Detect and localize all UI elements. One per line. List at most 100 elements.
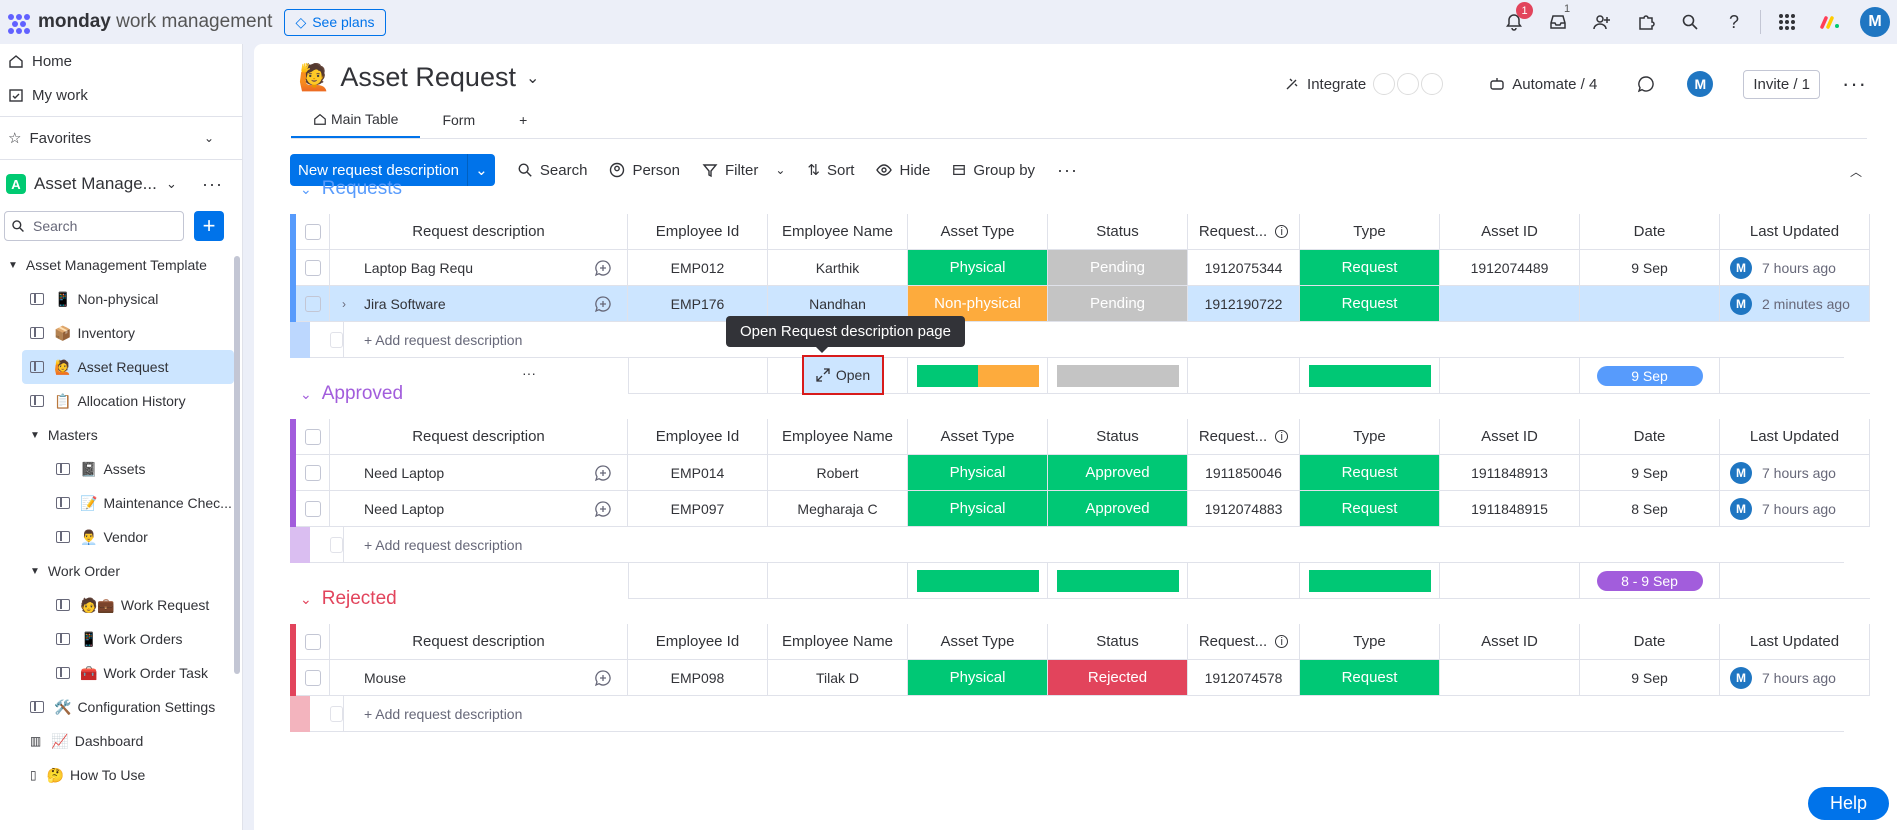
cell-emp[interactable]: EMP012 bbox=[628, 250, 768, 286]
group-title[interactable]: ⌄ Approved bbox=[300, 383, 403, 405]
add-item-button[interactable]: + bbox=[194, 211, 224, 241]
integrate-button[interactable]: Integrate bbox=[1284, 73, 1444, 95]
column-header[interactable]: Last Updated bbox=[1720, 624, 1870, 660]
checkbox[interactable] bbox=[304, 295, 321, 312]
cell-upd[interactable]: M 2 minutes ago bbox=[1720, 286, 1870, 322]
collapse-header-button[interactable]: ︿ bbox=[1845, 160, 1867, 182]
sidebar-item-7[interactable]: 📝 Maintenance Chec... bbox=[0, 486, 242, 520]
cell-date[interactable]: 8 Sep bbox=[1580, 491, 1720, 527]
table-row[interactable]: Laptop Bag Requ EMP012 Karthik Physical Pend… bbox=[290, 250, 1870, 286]
column-header[interactable]: Status bbox=[1048, 419, 1188, 455]
column-header[interactable]: Type bbox=[1300, 624, 1440, 660]
column-header[interactable]: Request description bbox=[330, 419, 628, 455]
type-summary[interactable] bbox=[1300, 563, 1440, 599]
cell-date[interactable]: 9 Sep bbox=[1580, 455, 1720, 491]
group-title[interactable]: ⌄ Rejected bbox=[300, 588, 397, 610]
add-view-button[interactable]: + bbox=[497, 102, 549, 138]
column-header[interactable]: Status bbox=[1048, 624, 1188, 660]
asset-type-summary[interactable] bbox=[908, 563, 1048, 599]
monday-product-icon[interactable] bbox=[1809, 0, 1853, 44]
cell-req[interactable]: 1911850046 bbox=[1188, 455, 1300, 491]
cell-req[interactable]: 1912074578 bbox=[1188, 660, 1300, 696]
start-conversation-icon[interactable] bbox=[593, 463, 613, 483]
sidebar-item-4[interactable]: 📋 Allocation History bbox=[0, 384, 242, 418]
cell-date[interactable]: 9 Sep bbox=[1580, 660, 1720, 696]
chevron-down-icon[interactable]: ⌄ bbox=[466, 154, 495, 186]
cell-ename[interactable]: Megharaja C bbox=[768, 491, 908, 527]
workspace-selector[interactable]: A Asset Manage... ⌄ ··· bbox=[0, 164, 242, 204]
add-item-input[interactable]: + Add request description bbox=[344, 696, 1844, 732]
chevron-down-icon[interactable]: ⌄ bbox=[300, 591, 312, 608]
chevron-down-icon[interactable]: ⌄ bbox=[300, 386, 312, 403]
sidebar-home[interactable]: Home bbox=[0, 44, 242, 78]
board-owner-avatar[interactable]: M bbox=[1687, 71, 1714, 97]
cell-emp[interactable]: EMP098 bbox=[628, 660, 768, 696]
status-summary[interactable] bbox=[1048, 358, 1188, 394]
cell-atype[interactable]: Physical bbox=[908, 250, 1048, 286]
table-row[interactable]: Need Laptop EMP014 Robert Physical Approved 1… bbox=[290, 455, 1870, 491]
cell-atype[interactable]: Physical bbox=[908, 660, 1048, 696]
cell-type[interactable]: Request bbox=[1300, 491, 1440, 527]
avatar[interactable]: M bbox=[1730, 292, 1752, 315]
row-checkbox[interactable] bbox=[296, 250, 330, 286]
add-item-row[interactable]: + Add request description bbox=[290, 322, 1870, 358]
column-header[interactable]: Request description bbox=[330, 624, 628, 660]
start-conversation-icon[interactable] bbox=[593, 258, 613, 278]
product-switcher-button[interactable] bbox=[1765, 0, 1809, 44]
cell-name[interactable]: Mouse bbox=[330, 660, 628, 696]
sidebar-item-9[interactable]: ▼ Work Order bbox=[0, 554, 242, 588]
column-header[interactable]: Date bbox=[1580, 214, 1720, 250]
cell-type[interactable]: Request bbox=[1300, 286, 1440, 322]
toolbar-more-icon[interactable]: ··· bbox=[1057, 160, 1078, 181]
date-summary[interactable]: 8 - 9 Sep bbox=[1580, 563, 1720, 599]
cell-ename[interactable]: Karthik bbox=[768, 250, 908, 286]
cell-date[interactable] bbox=[1580, 286, 1720, 322]
open-item-button[interactable]: Open bbox=[802, 355, 884, 395]
sidebar-item-11[interactable]: 📱 Work Orders bbox=[0, 622, 242, 656]
column-header[interactable]: Request... i bbox=[1188, 419, 1300, 455]
automate-button[interactable]: Automate / 4 bbox=[1489, 76, 1597, 93]
board-more-icon[interactable]: ··· bbox=[1842, 71, 1867, 97]
sidebar-item-14[interactable]: ▥ 📈 Dashboard bbox=[0, 724, 242, 758]
column-header[interactable]: Type bbox=[1300, 214, 1440, 250]
column-header[interactable]: Date bbox=[1580, 624, 1720, 660]
sidebar-item-5[interactable]: ▼ Masters bbox=[0, 418, 242, 452]
cell-aid[interactable] bbox=[1440, 660, 1580, 696]
invite-members-button[interactable] bbox=[1580, 0, 1624, 44]
start-conversation-icon[interactable] bbox=[593, 499, 613, 519]
help-button[interactable]: ? bbox=[1712, 0, 1756, 44]
info-icon[interactable]: i bbox=[1275, 635, 1289, 648]
start-conversation-icon[interactable] bbox=[593, 668, 613, 688]
inbox-button[interactable]: 1 bbox=[1536, 0, 1580, 44]
add-item-input[interactable]: + Add request description bbox=[344, 527, 1844, 563]
cell-status[interactable]: Rejected bbox=[1048, 660, 1188, 696]
cell-emp[interactable]: EMP014 bbox=[628, 455, 768, 491]
cell-atype[interactable]: Physical bbox=[908, 455, 1048, 491]
checkbox[interactable] bbox=[304, 633, 321, 650]
workspace-more-icon[interactable]: ··· bbox=[202, 174, 223, 195]
column-header[interactable]: Asset ID bbox=[1440, 419, 1580, 455]
cell-upd[interactable]: M 7 hours ago bbox=[1720, 250, 1870, 286]
apps-marketplace-button[interactable] bbox=[1624, 0, 1668, 44]
column-header[interactable]: Employee Id bbox=[628, 624, 768, 660]
add-item-input[interactable]: + Add request description bbox=[344, 322, 1844, 358]
select-all-checkbox[interactable] bbox=[296, 419, 330, 455]
tab-form[interactable]: Form bbox=[420, 102, 497, 138]
table-row[interactable]: Need Laptop EMP097 Megharaja C Physical Appr… bbox=[290, 491, 1870, 527]
column-header[interactable]: Last Updated bbox=[1720, 214, 1870, 250]
hide-button[interactable]: Hide bbox=[876, 162, 930, 179]
column-header[interactable]: Request... i bbox=[1188, 214, 1300, 250]
row-checkbox[interactable] bbox=[296, 286, 330, 322]
row-checkbox[interactable] bbox=[296, 455, 330, 491]
column-header[interactable]: Asset ID bbox=[1440, 214, 1580, 250]
notifications-button[interactable]: 1 bbox=[1492, 0, 1536, 44]
sidebar-item-1[interactable]: 📱 Non-physical bbox=[0, 282, 242, 316]
status-summary[interactable] bbox=[1048, 563, 1188, 599]
cell-name[interactable]: Laptop Bag Requ bbox=[330, 250, 628, 286]
cell-req[interactable]: 1912075344 bbox=[1188, 250, 1300, 286]
chevron-down-icon[interactable]: ⌄ bbox=[775, 163, 785, 177]
search-button[interactable]: Search bbox=[517, 162, 587, 179]
cell-req[interactable]: 1912074883 bbox=[1188, 491, 1300, 527]
cell-req[interactable]: 1912190722 bbox=[1188, 286, 1300, 322]
cell-upd[interactable]: M 7 hours ago bbox=[1720, 455, 1870, 491]
